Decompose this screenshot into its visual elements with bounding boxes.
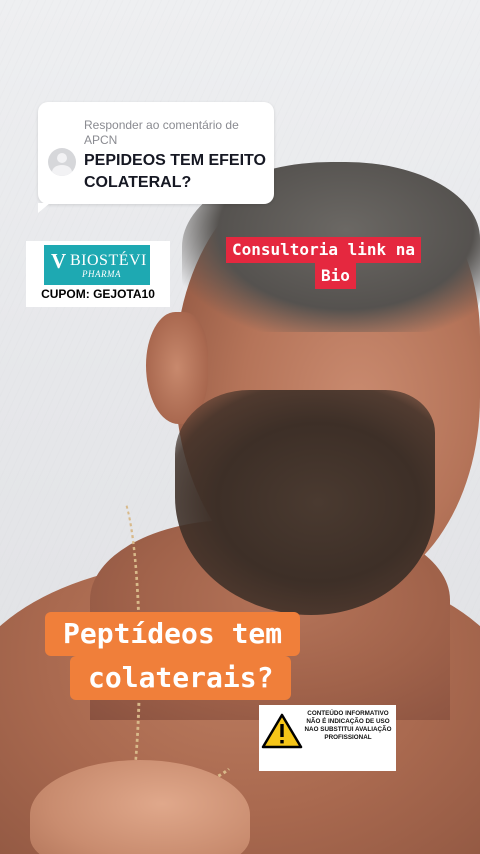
consultoria-caption-line-1: Consultoria link na xyxy=(226,237,422,263)
disclaimer-text: CONTEÚDO INFORMATIVO NÃO É INDICAÇÃO DE … xyxy=(304,710,392,741)
reply-header: Responder ao comentário de APCN xyxy=(84,118,239,147)
brand-name: BIOSTÉVI xyxy=(70,252,147,269)
brand-logo: V BIOSTÉVI PHARMA xyxy=(44,245,150,285)
comment-reply-sticker[interactable]: Responder ao comentário de APCN PEPIDEOS… xyxy=(38,102,274,213)
sponsor-card: V BIOSTÉVI PHARMA CUPOM: GEJOTA10 xyxy=(26,241,170,307)
title-caption-line-1: Peptídeos tem xyxy=(45,612,301,656)
brand-mark: V xyxy=(51,249,67,273)
title-caption-line-2: colaterais? xyxy=(70,656,292,700)
avatar-body-icon xyxy=(52,165,72,176)
avatar xyxy=(48,148,76,176)
disclaimer-sticker: CONTEÚDO INFORMATIVO NÃO É INDICAÇÃO DE … xyxy=(259,705,396,771)
brand-subtitle: PHARMA xyxy=(82,269,121,279)
consultoria-caption-line-2: Bio xyxy=(315,263,356,289)
reply-question: PEPIDEOS TEM EFEITO COLATERAL? xyxy=(84,152,266,191)
avatar-head-icon xyxy=(57,153,67,163)
coupon-code: CUPOM: GEJOTA10 xyxy=(41,287,155,301)
warning-triangle-icon xyxy=(261,713,303,749)
